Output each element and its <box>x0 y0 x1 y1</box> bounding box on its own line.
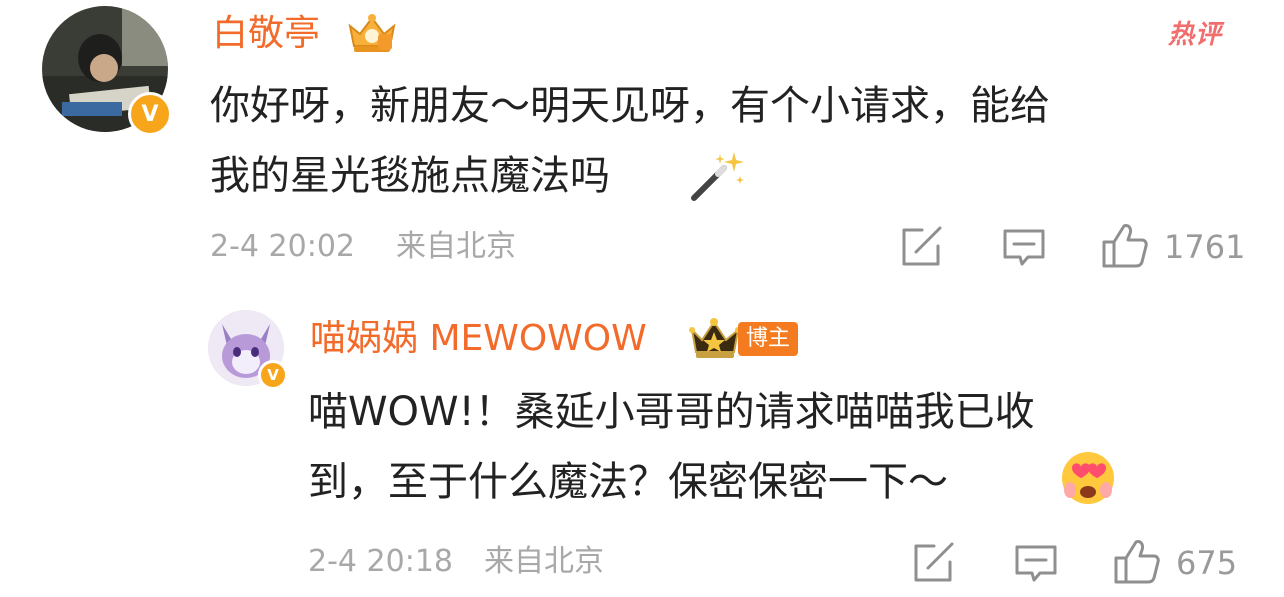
verified-badge-icon: V <box>258 360 288 390</box>
hot-comment-badge: 热评 <box>1168 20 1223 50</box>
verified-badge-icon: V <box>128 92 172 136</box>
reply-text-line-2: 到，至于什么魔法？保密保密一下～ <box>308 459 948 505</box>
reply-username[interactable]: 喵娲娲 MEWOWOW <box>310 321 647 357</box>
crown-badge-icon <box>344 12 400 54</box>
comment-time: 2-4 20:02 <box>210 229 355 264</box>
share-icon[interactable] <box>912 542 956 584</box>
heart-eyes-emoji <box>1060 450 1116 506</box>
magic-wand-emoji <box>690 150 746 202</box>
like-icon[interactable] <box>1114 538 1160 584</box>
comment-username[interactable]: 白敬亭 <box>212 16 320 52</box>
comment-text-line-2: 我的星光毯施点魔法吗 <box>210 153 610 199</box>
like-count: 675 <box>1176 544 1238 582</box>
like-count: 1761 <box>1164 228 1246 266</box>
comment-location: 来自北京 <box>396 229 516 264</box>
like-icon[interactable] <box>1102 222 1148 268</box>
share-icon[interactable] <box>900 226 944 268</box>
comment-icon[interactable] <box>1002 228 1046 268</box>
comment-icon[interactable] <box>1014 544 1058 584</box>
comment-text-line-1: 你好呀，新朋友～明天见呀，有个小请求，能给 <box>210 83 1050 129</box>
blogger-badge: 博主 <box>738 322 799 356</box>
reply-location: 来自北京 <box>484 544 604 579</box>
crown-badge-icon <box>688 318 742 360</box>
reply-time: 2-4 20:18 <box>308 544 453 579</box>
reply-text-line-1: 喵WOW!！桑延小哥哥的请求喵喵我已收 <box>308 389 1035 435</box>
